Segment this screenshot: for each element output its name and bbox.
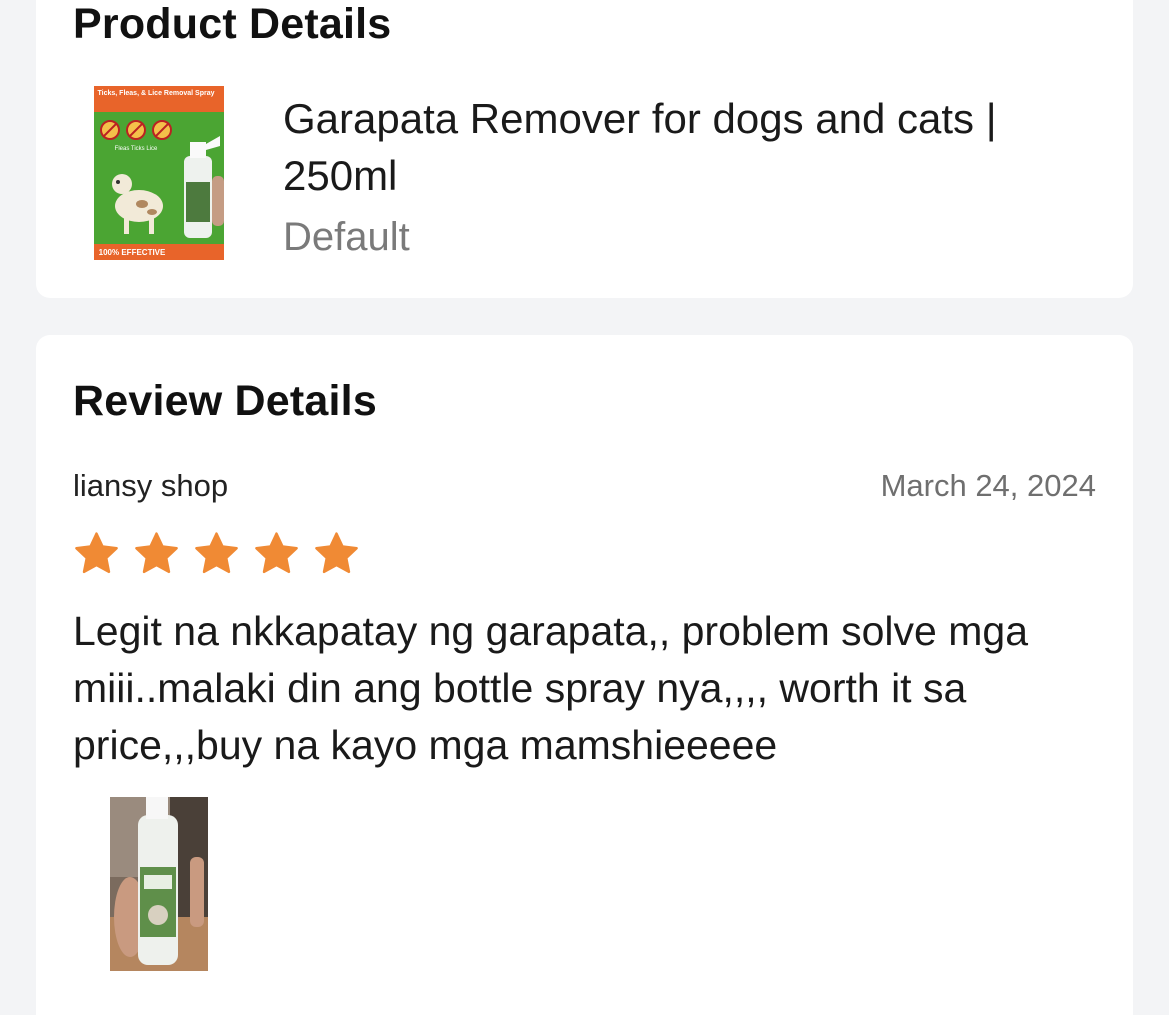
product-details-title: Product Details [73,0,392,48]
star-icon [75,532,118,574]
reviewer-name: liansy shop [73,468,229,503]
product-name[interactable]: Garapata Remover for dogs and cats | 250… [283,90,1083,204]
product-details-card: Product Details Ticks, Fleas, & Lice Rem… [36,0,1133,298]
product-thumbnail[interactable]: Ticks, Fleas, & Lice Removal Spray Fleas… [94,86,224,260]
star-rating [73,530,360,577]
thumbnail-labels-text: Fleas Ticks Lice [115,146,158,152]
star-icon [135,532,178,574]
star-icon [255,532,298,574]
review-date: March 24, 2024 [880,468,1096,503]
thumbnail-banner-text: Ticks, Fleas, & Lice Removal Spray [98,90,215,97]
review-photo[interactable] [110,797,208,971]
star-icon [195,532,238,574]
review-text: Legit na nkkapatay ng garapata,, problem… [73,608,1028,768]
product-variant: Default [283,215,410,259]
review-details-title: Review Details [73,377,377,425]
thumbnail-badge-text: 100% EFFECTIVE [99,248,166,257]
star-icon [315,532,358,574]
review-details-card: Review Details liansy shop March 24, 202… [36,335,1133,1015]
